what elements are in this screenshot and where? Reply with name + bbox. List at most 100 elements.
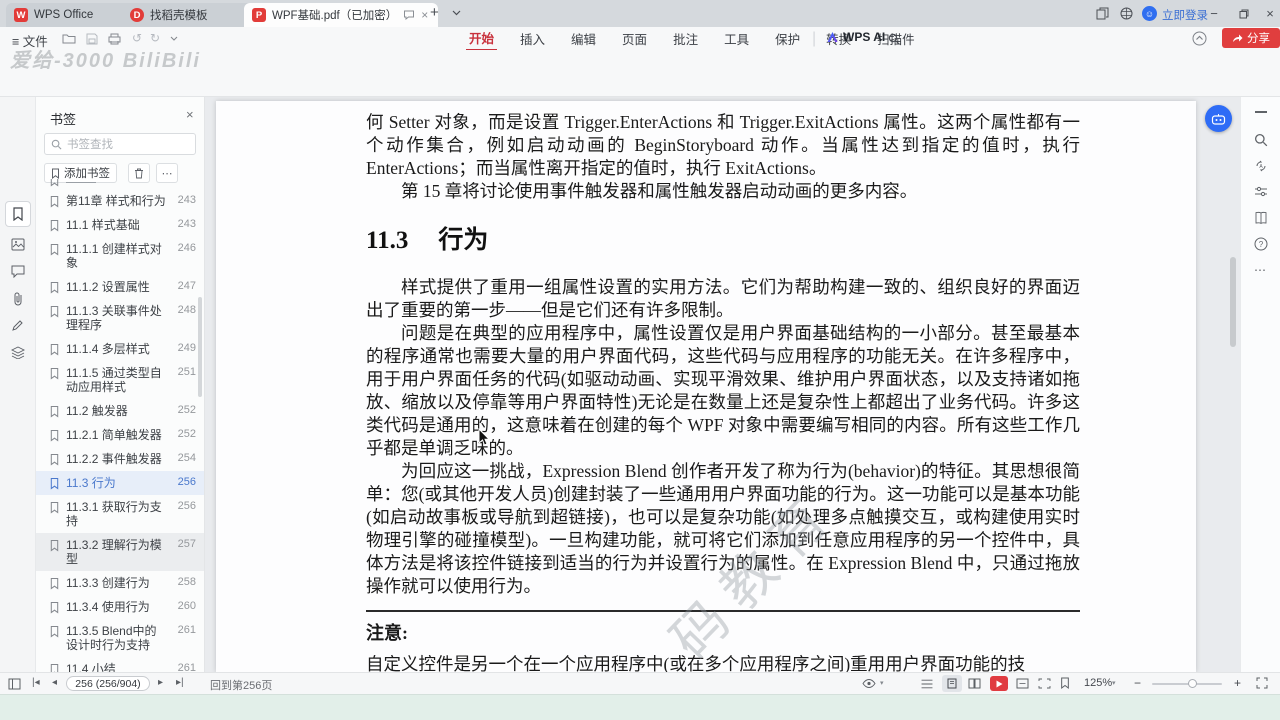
bookmark-label: 11.1.1 创建样式对象 (66, 242, 162, 270)
zoom-chevron-icon[interactable]: ▾ (1112, 679, 1116, 687)
undo-icon[interactable]: ↺ (132, 31, 142, 45)
bookmark-page: 247 (177, 280, 196, 292)
document-viewport[interactable]: 何 Setter 对象，而是设置 Trigger.EnterActions 和 … (205, 97, 1240, 672)
restore-button[interactable] (1230, 0, 1258, 27)
reader-book-icon[interactable] (1254, 211, 1268, 225)
menu-item-4[interactable]: 页面 (619, 27, 650, 50)
menu-item-5[interactable]: 批注 (670, 27, 701, 50)
menu-item-2[interactable]: 插入 (517, 27, 548, 50)
menu-item-3[interactable]: 编辑 (568, 27, 599, 50)
bookmark-list: 第11章 样式和行为 243 11.1 样式基础 243 11.1.1 创建样式对象 24… (36, 189, 204, 672)
wps-ai-fab[interactable] (1205, 105, 1232, 132)
print-icon[interactable] (108, 33, 121, 45)
bookmark-item[interactable]: 11.3 行为 256 (36, 471, 204, 495)
bookmark-item[interactable]: 11.2.2 事件触发器 254 (36, 447, 204, 471)
page-nav-input[interactable]: 256 (256/904) (66, 676, 150, 691)
bookmark-item[interactable]: 11.2 触发器 252 (36, 399, 204, 423)
bookmark-item[interactable]: 11.3.2 理解行为模型 257 (36, 533, 204, 571)
file-menu[interactable]: ≡ 文件 (12, 31, 48, 50)
bookmark-item[interactable]: 11.3.1 获取行为支持 256 (36, 495, 204, 533)
bookmark-item[interactable]: 11.3.3 创建行为 258 (36, 571, 204, 595)
menu-item-7[interactable]: 保护 (772, 27, 803, 50)
settings-sliders-icon[interactable] (1254, 185, 1268, 199)
back-to-page-link[interactable]: 回到第256页 (210, 677, 272, 693)
search-icon[interactable] (888, 33, 900, 45)
zoom-level-label[interactable]: 125% (1084, 677, 1112, 689)
wps-ai-menu[interactable]: WPS AI (826, 30, 885, 44)
quickbar-chevron-icon[interactable] (170, 36, 178, 42)
attachments-tab-icon[interactable] (12, 292, 24, 306)
menu-item-6[interactable]: 工具 (721, 27, 752, 50)
bookmark-search-box[interactable]: 书签查找 (44, 133, 196, 155)
menu-item-1[interactable]: 开始 (466, 26, 498, 51)
redo-icon[interactable]: ↻ (150, 31, 160, 45)
bookmark-item[interactable]: 第11章 样式和行为 243 (36, 189, 204, 213)
tab-wps-home[interactable]: W WPS Office (6, 3, 134, 27)
zoom-slider-track[interactable] (1152, 683, 1222, 685)
fullscreen-icon[interactable] (1256, 677, 1268, 689)
bookmark-page: 260 (177, 600, 196, 612)
close-window-button[interactable]: × (1256, 0, 1280, 27)
autoplay-button[interactable] (990, 676, 1008, 691)
bookmark-item[interactable]: 11.1.3 关联事件处理程序 248 (36, 299, 204, 337)
bookmark-item[interactable]: 11.3.4 使用行为 260 (36, 595, 204, 619)
bookmark-item[interactable]: 11.2.1 简单触发器 252 (36, 423, 204, 447)
bookmark-item[interactable]: 11.1.4 多层样式 249 (36, 337, 204, 361)
open-folder-icon[interactable] (62, 33, 76, 44)
toggle-sidebar-icon[interactable] (8, 678, 21, 690)
bookmark-page: 251 (177, 366, 196, 378)
layers-tab-icon[interactable] (11, 346, 25, 359)
continuous-view-icon[interactable] (920, 678, 934, 690)
bookmark-item[interactable]: 11.1.5 通过类型自动应用样式 251 (36, 361, 204, 399)
share-button[interactable]: 分享 (1222, 28, 1280, 48)
bookmark-status-icon[interactable] (1060, 677, 1070, 689)
last-page-icon[interactable]: ▸| (176, 677, 184, 688)
fit-width-status-icon[interactable] (1016, 678, 1029, 689)
view-chevron-icon[interactable]: ▾ (880, 679, 884, 687)
tab-docer-template[interactable]: D 找稻壳模板 (122, 3, 256, 27)
minimize-button[interactable]: − (1200, 0, 1228, 27)
collapse-strip-icon[interactable] (1255, 111, 1267, 113)
community-globe-icon[interactable] (1120, 7, 1133, 20)
paragraph: 第 15 章将讨论使用事件触发器和属性触发器启动动画的更多内容。 (401, 181, 918, 201)
bookmarks-tab-button[interactable] (5, 201, 31, 227)
workspace-icon[interactable] (1096, 7, 1109, 20)
save-icon[interactable] (86, 33, 98, 45)
menu-separator: | (812, 30, 817, 47)
thumbnails-tab-icon[interactable] (11, 238, 25, 251)
bookmark-page: 252 (177, 404, 196, 416)
bookmark-page: 248 (177, 304, 196, 316)
bookmark-item[interactable]: 11.1.1 创建样式对象 246 (36, 237, 204, 275)
comment-bubble-icon[interactable] (403, 9, 415, 21)
first-page-icon[interactable]: |◂ (32, 677, 40, 688)
bookmark-item[interactable]: 11.1.2 设置属性 247 (36, 275, 204, 299)
close-panel-icon[interactable]: × (186, 107, 194, 122)
search-doc-icon[interactable] (1254, 133, 1268, 147)
panel-scrollbar[interactable] (198, 297, 202, 397)
fit-page-status-icon[interactable] (1038, 678, 1051, 689)
bookmark-item[interactable]: 11.1 样式基础 243 (36, 213, 204, 237)
document-scrollbar[interactable] (1230, 257, 1236, 347)
zoom-in-button[interactable]: + (1234, 676, 1241, 690)
bookmark-item[interactable]: 11.4 小结 261 (36, 657, 204, 672)
tab-list-chevron-icon[interactable] (452, 10, 461, 16)
annotate-pen-tab-icon[interactable] (11, 319, 24, 332)
more-tools-icon[interactable]: ⋯ (1254, 263, 1267, 277)
translate-side-icon[interactable]: A (1254, 159, 1268, 173)
avatar[interactable]: ☺ (1142, 6, 1157, 21)
comments-tab-icon[interactable] (11, 265, 25, 278)
tab-document[interactable]: P WPF基础.pdf（已加密） × (244, 3, 438, 27)
new-tab-button[interactable]: + (430, 4, 439, 21)
zoom-out-button[interactable]: − (1134, 676, 1141, 690)
bookmark-item[interactable]: 11.3.5 Blend中的设计时行为支持 261 (36, 619, 204, 657)
two-page-view-icon[interactable] (968, 678, 981, 689)
next-page-icon[interactable]: ▸ (158, 677, 163, 688)
prev-page-icon[interactable]: ◂ (52, 677, 57, 688)
bookmark-page: 254 (177, 452, 196, 464)
single-page-view-button[interactable] (942, 675, 962, 692)
zoom-slider-knob[interactable] (1188, 679, 1197, 688)
collapse-ribbon-icon[interactable] (1192, 31, 1207, 46)
view-eye-icon[interactable] (862, 678, 877, 689)
help-icon[interactable]: ? (1254, 237, 1268, 251)
close-tab-icon[interactable]: × (421, 8, 428, 22)
